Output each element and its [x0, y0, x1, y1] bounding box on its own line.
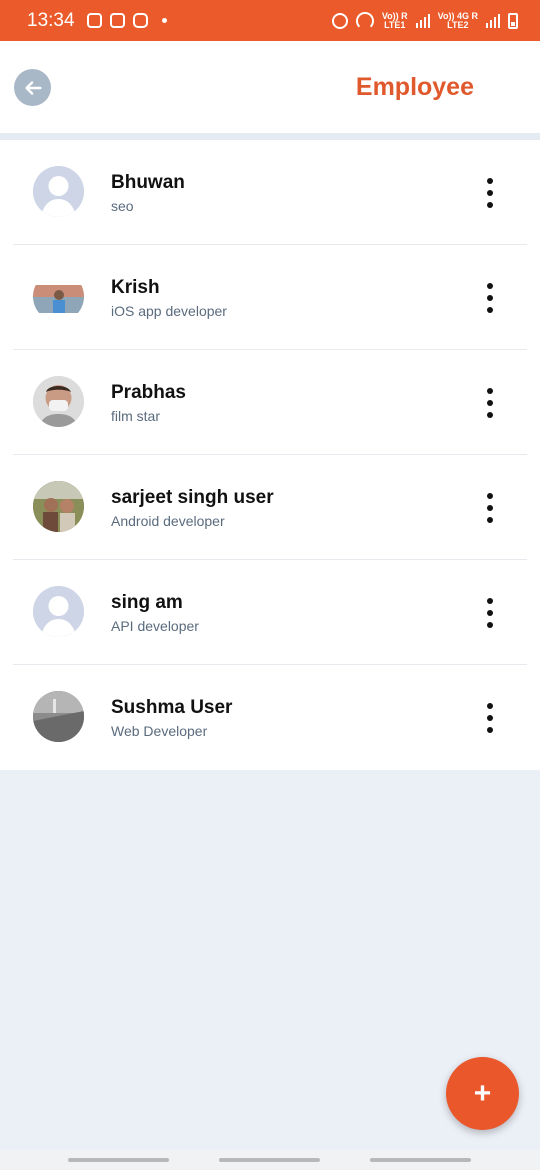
- status-right: Vo)) R LTE1 Vo)) 4G R LTE2: [331, 10, 518, 30]
- avatar-photo: [33, 271, 84, 322]
- nav-back-pill[interactable]: [370, 1158, 471, 1162]
- battery-icon: [508, 12, 518, 29]
- more-vert-icon[interactable]: [483, 283, 497, 313]
- app-header: Employee: [0, 41, 540, 133]
- employee-name: Prabhas: [111, 382, 186, 403]
- plus-icon: +: [473, 1076, 492, 1110]
- employee-name: sing am: [111, 592, 183, 613]
- network-lte2-label: Vo)) 4G R LTE2: [437, 10, 478, 30]
- status-left: 13:34: [27, 10, 167, 32]
- more-vert-icon[interactable]: [483, 493, 497, 523]
- add-employee-button[interactable]: +: [446, 1057, 519, 1130]
- employee-row[interactable]: sing am API developer: [13, 560, 527, 665]
- employee-role: Android developer: [111, 513, 225, 529]
- network-lte1-label: Vo)) R LTE1: [381, 10, 408, 30]
- employee-role: Web Developer: [111, 723, 208, 739]
- alarm-icon: [331, 12, 348, 29]
- employee-name: Bhuwan: [111, 172, 185, 193]
- more-vert-icon[interactable]: [483, 598, 497, 628]
- signal-2-icon: [486, 13, 500, 28]
- employee-role: film star: [111, 408, 160, 424]
- avatar-photo: [33, 481, 84, 532]
- shield-notification-icon: [109, 13, 125, 28]
- more-vert-icon[interactable]: [483, 703, 497, 733]
- employee-role: API developer: [111, 618, 199, 634]
- avatar-photo: [33, 691, 84, 742]
- employee-row[interactable]: Bhuwan seo: [13, 140, 527, 245]
- avatar-photo: [33, 376, 84, 427]
- avatar-placeholder-icon: [33, 166, 84, 217]
- employee-row[interactable]: Krish iOS app developer: [13, 245, 527, 350]
- signal-1-icon: [415, 13, 430, 28]
- hotspot-icon: [355, 11, 374, 30]
- nav-recents-pill[interactable]: [68, 1158, 169, 1162]
- employee-name: Krish: [111, 277, 160, 298]
- nav-home-pill[interactable]: [219, 1158, 320, 1162]
- avatar-placeholder-icon: [33, 586, 84, 637]
- back-button[interactable]: [14, 69, 51, 106]
- header-divider: [0, 133, 540, 140]
- more-vert-icon[interactable]: [483, 178, 497, 208]
- status-time: 13:34: [27, 9, 75, 31]
- employee-name: sarjeet singh user: [111, 487, 274, 508]
- employee-list: Bhuwan seo Krish iOS app developer Prabh…: [0, 140, 540, 770]
- gesture-nav-bar: [0, 1150, 540, 1170]
- app-grid-icon: [86, 13, 102, 28]
- employee-role: iOS app developer: [111, 303, 227, 319]
- status-bar: 13:34 Vo)) R LTE1 Vo)) 4G R LTE2: [0, 0, 540, 41]
- employee-role: seo: [111, 198, 134, 214]
- employee-row[interactable]: Sushma User Web Developer: [13, 665, 527, 770]
- more-vert-icon[interactable]: [483, 388, 497, 418]
- more-notifications-dot: [161, 18, 167, 23]
- employee-name: Sushma User: [111, 697, 233, 718]
- employee-row[interactable]: sarjeet singh user Android developer: [13, 455, 527, 560]
- employee-row[interactable]: Prabhas film star: [13, 350, 527, 455]
- page-title: Employee: [355, 73, 474, 101]
- instagram-icon: [132, 13, 148, 28]
- arrow-left-icon: [24, 80, 42, 95]
